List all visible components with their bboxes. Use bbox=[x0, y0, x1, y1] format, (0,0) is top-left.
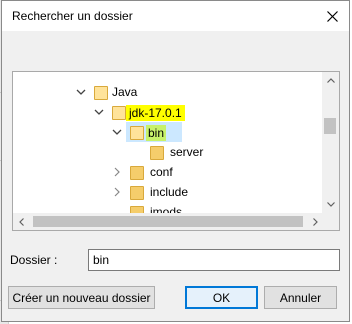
tree-item-label: bin bbox=[146, 125, 167, 141]
close-icon bbox=[326, 10, 338, 22]
tree-item-label: jdk-17.0.1 bbox=[126, 105, 185, 121]
chevron-up-icon bbox=[326, 78, 335, 83]
horizontal-scrollbar[interactable] bbox=[13, 213, 324, 230]
tree-item-bin[interactable]: bin bbox=[13, 122, 322, 142]
title-bar: Rechercher un dossier bbox=[2, 1, 349, 31]
tree-item-jdk[interactable]: jdk-17.0.1 bbox=[13, 102, 322, 122]
folder-icon bbox=[150, 144, 164, 160]
tree-item-java[interactable]: Java bbox=[13, 82, 322, 102]
folder-name-input[interactable] bbox=[88, 249, 340, 271]
scrollbar-corner bbox=[322, 213, 339, 230]
scroll-left-button[interactable] bbox=[13, 213, 30, 230]
chevron-down-icon[interactable] bbox=[76, 87, 86, 97]
folder-icon bbox=[130, 164, 144, 180]
dialog-title: Rechercher un dossier bbox=[12, 9, 133, 23]
chevron-right-icon[interactable] bbox=[112, 167, 122, 177]
browse-folder-dialog: Rechercher un dossier Java jdk-17.0.1 bi… bbox=[1, 0, 350, 322]
scroll-down-button[interactable] bbox=[322, 196, 339, 213]
cancel-button[interactable]: Annuler bbox=[264, 286, 337, 309]
folder-icon bbox=[94, 84, 108, 100]
chevron-right-icon[interactable] bbox=[112, 187, 122, 197]
folder-icon bbox=[130, 184, 144, 200]
chevron-left-icon bbox=[19, 217, 24, 226]
ok-button[interactable]: OK bbox=[185, 286, 258, 309]
chevron-down-icon[interactable] bbox=[94, 107, 104, 117]
vertical-scrollbar[interactable] bbox=[322, 72, 339, 213]
tree-item-server[interactable]: server bbox=[13, 142, 322, 162]
tree-item-label: include bbox=[150, 185, 189, 199]
folder-field-label: Dossier : bbox=[10, 253, 58, 267]
new-folder-button[interactable]: Créer un nouveau dossier bbox=[8, 286, 155, 309]
chevron-down-icon[interactable] bbox=[112, 127, 122, 137]
tree-item-label: conf bbox=[150, 165, 173, 179]
vertical-scroll-thumb[interactable] bbox=[324, 118, 336, 134]
folder-icon bbox=[130, 124, 144, 140]
folder-tree[interactable]: Java jdk-17.0.1 bin server conf include … bbox=[12, 71, 340, 231]
tree-item-conf[interactable]: conf bbox=[13, 162, 322, 182]
chevron-down-icon bbox=[326, 202, 335, 207]
scroll-up-button[interactable] bbox=[322, 72, 339, 89]
tree-item-label: server bbox=[170, 145, 204, 159]
tree-item-include[interactable]: include bbox=[13, 182, 322, 202]
chevron-right-icon bbox=[313, 217, 318, 226]
close-button[interactable] bbox=[321, 5, 343, 27]
horizontal-scroll-thumb[interactable] bbox=[33, 216, 303, 227]
tree-item-label: Java bbox=[112, 85, 138, 99]
folder-icon bbox=[112, 104, 126, 120]
